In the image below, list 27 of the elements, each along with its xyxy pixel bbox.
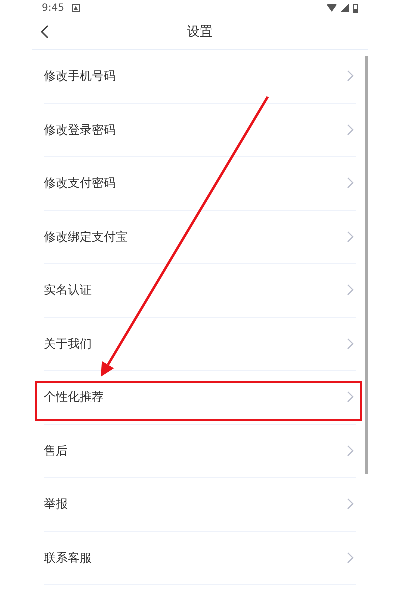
status-time: 9:45 <box>42 2 64 16</box>
notification-icon <box>72 4 80 12</box>
settings-item[interactable]: 个性化推荐 <box>44 371 356 424</box>
chevron-icon <box>347 284 354 296</box>
signal-icon <box>341 4 349 12</box>
wifi-icon <box>327 4 337 12</box>
settings-item[interactable]: 修改手机号码 <box>44 50 356 104</box>
chevron-icon <box>347 338 354 350</box>
settings-item[interactable]: 实名认证 <box>44 264 356 318</box>
chevron-icon <box>347 498 354 510</box>
chevron-icon <box>347 444 354 457</box>
chevron-icon <box>347 552 354 564</box>
chevron-icon <box>347 124 354 136</box>
settings-item[interactable]: 售后 <box>44 424 356 478</box>
settings-item[interactable]: 修改绑定支付宝 <box>44 210 356 264</box>
battery-icon <box>353 4 358 12</box>
settings-item[interactable]: 修改支付密码 <box>44 157 356 210</box>
settings-item[interactable]: 联系客服 <box>44 532 356 585</box>
chevron-icon <box>347 391 354 404</box>
chevron-icon <box>347 70 354 82</box>
chevron-icon <box>347 177 354 190</box>
page-title: 设置 <box>187 24 213 42</box>
back-icon[interactable] <box>40 25 49 39</box>
settings-item[interactable]: 修改登录密码 <box>44 104 356 157</box>
scrollbar[interactable] <box>365 56 368 474</box>
settings-item[interactable]: 举报 <box>44 478 356 532</box>
chevron-icon <box>347 230 354 243</box>
